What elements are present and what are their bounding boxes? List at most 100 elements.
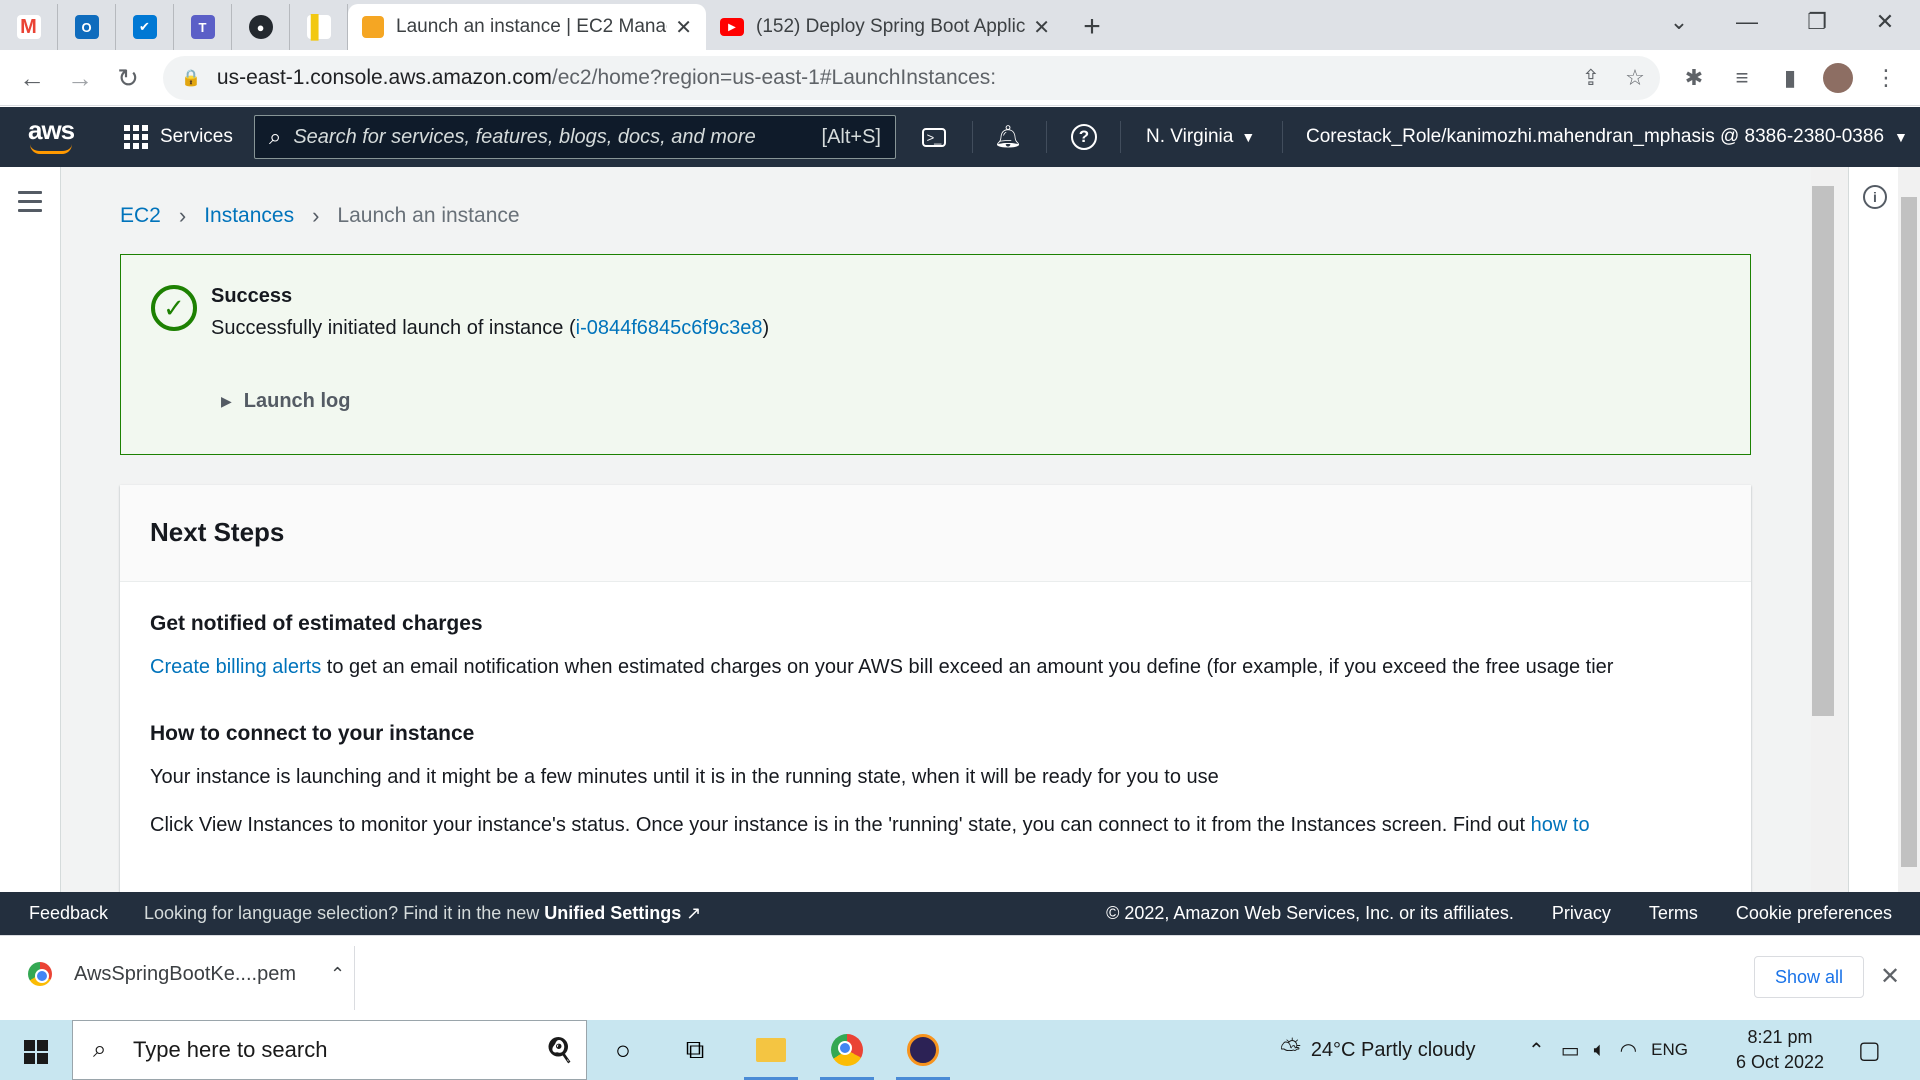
windows-start-icon[interactable] [24, 1040, 48, 1064]
close-tab-icon[interactable]: ✕ [1033, 15, 1050, 40]
teams-icon: T [190, 15, 215, 39]
pinned-tab-outlook[interactable]: O [58, 4, 116, 50]
search-highlight-icon: 🍳︎ [542, 1034, 576, 1065]
show-all-button[interactable]: Show all [1754, 956, 1864, 998]
eclipse-icon[interactable] [892, 1020, 954, 1080]
cookie-preferences-link[interactable]: Cookie preferences [1736, 903, 1892, 924]
notification-center-icon[interactable]: ▢ [1858, 1020, 1881, 1080]
bookmark-star-icon[interactable]: ☆ [1615, 56, 1655, 100]
aws-search-input[interactable]: ⌕ Search for services, features, blogs, … [254, 115, 896, 159]
file-explorer-icon[interactable] [740, 1020, 802, 1080]
pinned-tab-gmail[interactable]: M [0, 4, 58, 50]
account-label: Corestack_Role/kanimozhi.mahendran_mphas… [1306, 126, 1885, 147]
partly-cloudy-icon: ⛅︎ [1280, 1034, 1301, 1064]
language-notice-text: Looking for language selection? Find it … [144, 903, 545, 923]
azure-devops-icon: ✔ [132, 15, 157, 39]
chrome-icon [28, 962, 52, 986]
search-placeholder: Search for services, features, blogs, do… [293, 125, 756, 148]
close-download-bar-icon[interactable]: ✕ [1880, 962, 1900, 991]
chevron-up-icon[interactable]: ⌃ [1528, 1038, 1545, 1063]
privacy-link[interactable]: Privacy [1552, 903, 1611, 924]
chevron-up-icon[interactable]: ⌃ [330, 964, 345, 985]
launch-log-label: Launch log [243, 390, 351, 412]
download-filename: AwsSpringBootKe....pem [74, 962, 296, 985]
nav-divider [1046, 121, 1047, 153]
tab-title: Launch an instance | EC2 Management Cons… [396, 16, 667, 37]
page-scroll-thumb[interactable] [1901, 197, 1917, 867]
chrome-menu-icon[interactable]: ⋮ [1864, 56, 1908, 100]
battery-icon[interactable]: ▭ [1561, 1038, 1580, 1063]
tab-youtube[interactable]: ▶ (152) Deploy Spring Boot Application ✕ [706, 4, 1064, 50]
breadcrumb-current: Launch an instance [337, 204, 520, 227]
tab-title: (152) Deploy Spring Boot Application [756, 16, 1026, 37]
address-bar[interactable]: 🔒 us-east-1.console.aws.amazon.com/ec2/h… [163, 56, 1660, 100]
terms-link[interactable]: Terms [1649, 903, 1698, 924]
tab-ec2-launch[interactable]: Launch an instance | EC2 Management Cons… [348, 4, 706, 50]
card-body: Get notified of estimated charges Create… [120, 582, 1751, 840]
restore-button[interactable]: ❐ [1782, 0, 1852, 44]
chrome-taskbar-icon[interactable] [816, 1020, 878, 1080]
tray-icons: ⌃ ▭ 🔈︎ ◠ ENG [1528, 1020, 1688, 1080]
cloudshell-icon[interactable]: >_ [914, 117, 954, 157]
create-billing-alerts-link[interactable]: Create billing alerts [150, 656, 321, 678]
pinned-tab-teams[interactable]: T [174, 4, 232, 50]
connect-heading: How to connect to your instance [150, 722, 475, 745]
instance-id-link[interactable]: i-0844f6845c6f9c3e8 [576, 317, 763, 339]
page-scrollbar[interactable] [1898, 167, 1920, 892]
aws-top-nav: aws Services ⌕ Search for services, feat… [0, 107, 1920, 167]
info-icon[interactable]: i [1863, 185, 1887, 209]
how-to-link[interactable]: how to [1531, 814, 1590, 836]
task-view-icon[interactable]: ⧉ [664, 1020, 726, 1080]
pinned-tab-power-bi[interactable]: ▌ [290, 4, 348, 50]
pinned-tab-github[interactable]: ● [232, 4, 290, 50]
url-host: us-east-1.console.aws.amazon.com [216, 66, 552, 89]
minimize-button[interactable]: — [1712, 0, 1782, 44]
gmail-icon: M [16, 15, 41, 39]
account-menu[interactable]: Corestack_Role/kanimozhi.mahendran_mphas… [1306, 107, 1908, 167]
language-indicator[interactable]: ENG [1651, 1040, 1688, 1060]
side-nav-rail [0, 167, 61, 892]
services-label: Services [160, 126, 233, 147]
cortana-icon[interactable]: ○ [592, 1020, 654, 1080]
media-control-icon[interactable]: ≡ [1720, 56, 1764, 100]
back-button[interactable]: ← [10, 56, 54, 100]
profile-avatar[interactable] [1816, 56, 1860, 100]
pinned-tab-azure-devops[interactable]: ✔ [116, 4, 174, 50]
close-tab-icon[interactable]: ✕ [675, 15, 692, 40]
download-item[interactable]: AwsSpringBootKe....pem ⌃ [28, 962, 345, 986]
notifications-bell-icon[interactable]: 🔔︎ [988, 117, 1028, 157]
breadcrumb-instances[interactable]: Instances [204, 204, 294, 228]
help-icon[interactable]: ? [1064, 117, 1104, 157]
hamburger-menu-icon[interactable] [18, 191, 42, 218]
external-link-icon: ↗ [686, 903, 702, 923]
close-window-button[interactable]: ✕ [1850, 0, 1920, 44]
services-menu[interactable]: Services [124, 107, 233, 167]
weather-widget[interactable]: ⛅︎ 24°C Partly cloudy [1280, 1020, 1476, 1080]
clock[interactable]: 8:21 pm 6 Oct 2022 [1730, 1025, 1830, 1075]
volume-icon[interactable]: 🔈︎ [1594, 1039, 1606, 1062]
share-icon[interactable]: ⇪ [1571, 56, 1611, 100]
alert-message: Successfully initiated launch of instanc… [211, 317, 769, 340]
extensions-icon[interactable]: ✱ [1672, 56, 1716, 100]
tab-search-icon[interactable]: ⌄ [1644, 0, 1714, 44]
region-selector[interactable]: N. Virginia ▼ [1146, 107, 1255, 167]
copyright: © 2022, Amazon Web Services, Inc. or its… [1106, 903, 1514, 923]
breadcrumb-ec2[interactable]: EC2 [120, 204, 161, 228]
launch-log-toggle[interactable]: ▶ Launch log [221, 390, 350, 413]
aws-logo[interactable]: aws [28, 115, 75, 146]
new-tab-button[interactable]: + [1072, 7, 1112, 47]
taskbar-search[interactable]: ⌕ Type here to search 🍳︎ [72, 1020, 587, 1080]
caret-down-icon: ▼ [1241, 129, 1256, 145]
wifi-icon[interactable]: ◠ [1620, 1038, 1637, 1063]
feedback-link[interactable]: Feedback [29, 903, 108, 924]
side-panel-icon[interactable]: ▮ [1768, 56, 1812, 100]
reload-button[interactable]: ↻ [106, 56, 150, 100]
search-icon: ⌕ [269, 124, 282, 149]
aws-cube-icon [362, 16, 384, 38]
clock-date: 6 Oct 2022 [1735, 1052, 1825, 1072]
content-scroll-thumb[interactable] [1812, 186, 1834, 716]
taskbar-search-placeholder: Type here to search [133, 1037, 328, 1062]
unified-settings-link[interactable]: Unified Settings [544, 903, 681, 923]
clock-time: 8:21 pm [1747, 1027, 1813, 1047]
forward-button[interactable]: → [58, 56, 102, 100]
